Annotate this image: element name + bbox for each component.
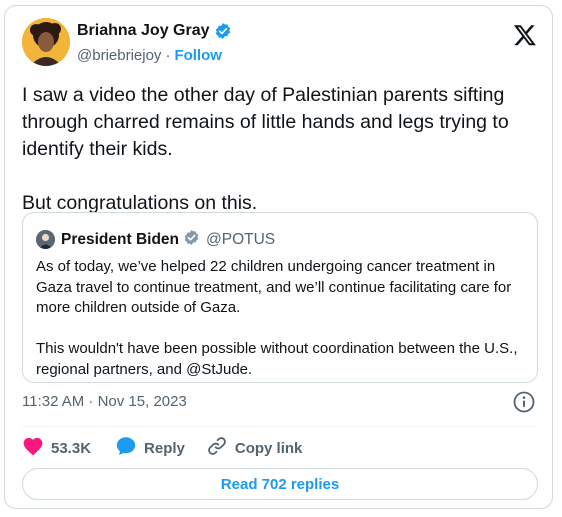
author-avatar[interactable] bbox=[22, 18, 70, 66]
author-handle-row: @briebriejoy · Follow bbox=[77, 47, 222, 64]
link-icon bbox=[206, 435, 228, 461]
read-replies-button[interactable]: Read 702 replies bbox=[22, 468, 538, 500]
x-logo-icon[interactable] bbox=[513, 23, 537, 47]
quoted-author-avatar bbox=[36, 230, 55, 249]
like-button[interactable]: 53.3K bbox=[22, 436, 91, 460]
verified-badge-icon bbox=[214, 22, 232, 40]
divider bbox=[22, 426, 535, 427]
action-bar: 53.3K Reply Copy link bbox=[22, 434, 302, 462]
quoted-author-name: President Biden bbox=[61, 231, 179, 248]
like-count: 53.3K bbox=[51, 439, 92, 457]
heart-icon bbox=[22, 436, 44, 460]
info-icon[interactable] bbox=[513, 391, 535, 413]
verified-badge-icon bbox=[183, 229, 200, 251]
reply-label: Reply bbox=[144, 439, 185, 457]
tweet-text: I saw a video the other day of Palestini… bbox=[22, 84, 509, 214]
tweet-timestamp[interactable]: 11:32 AM · Nov 15, 2023 bbox=[22, 393, 187, 410]
copy-link-button[interactable]: Copy link bbox=[206, 435, 303, 461]
quoted-tweet[interactable]: President Biden @POTUS As of today, we’v… bbox=[22, 212, 538, 383]
author-handle[interactable]: @briebriejoy bbox=[77, 47, 161, 64]
reply-button[interactable]: Reply bbox=[115, 435, 185, 461]
copy-link-label: Copy link bbox=[234, 439, 303, 457]
author-name[interactable]: Briahna Joy Gray bbox=[77, 22, 210, 40]
follow-button[interactable]: Follow bbox=[174, 47, 222, 64]
quoted-tweet-text: As of today, we’ve helped 22 children un… bbox=[36, 258, 518, 378]
quoted-author-handle: @POTUS bbox=[206, 231, 276, 248]
reply-bubble-icon bbox=[115, 435, 137, 461]
separator-dot: · bbox=[165, 47, 171, 64]
embedded-tweet-card: Briahna Joy Gray @briebriejoy · Follow I… bbox=[4, 5, 553, 509]
author-name-row: Briahna Joy Gray bbox=[77, 22, 232, 40]
quoted-author-row: President Biden @POTUS bbox=[61, 229, 275, 251]
